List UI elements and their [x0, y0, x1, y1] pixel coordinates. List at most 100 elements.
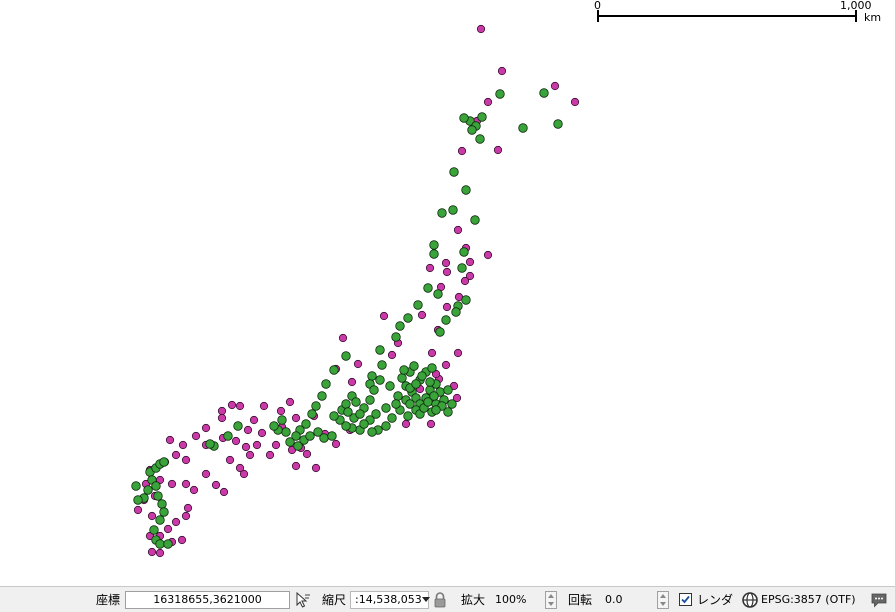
green-point — [417, 371, 427, 381]
magenta-point — [189, 485, 199, 495]
green-point — [367, 427, 377, 437]
rotation-spinner[interactable] — [657, 590, 669, 609]
green-point — [461, 185, 471, 195]
magenta-point — [225, 455, 235, 465]
green-point — [341, 351, 351, 361]
magenta-point — [249, 415, 259, 425]
green-point — [317, 391, 327, 401]
magenta-point — [497, 66, 507, 76]
green-point — [351, 397, 361, 407]
green-point — [365, 395, 375, 405]
green-point — [387, 413, 397, 423]
green-point — [393, 391, 403, 401]
crs-label[interactable]: EPSG:3857 (OTF) — [761, 593, 856, 606]
magenta-point — [453, 348, 463, 358]
green-point — [151, 481, 161, 491]
magenta-point — [453, 225, 463, 235]
green-point — [403, 411, 413, 421]
render-checkbox[interactable] — [679, 593, 692, 606]
green-point — [205, 439, 215, 449]
magenta-point — [291, 413, 301, 423]
green-point — [223, 431, 233, 441]
magenta-point — [147, 547, 157, 557]
green-point — [443, 385, 453, 395]
green-point — [155, 515, 165, 525]
magenta-point-layer — [133, 24, 580, 558]
scale-value: :14,538,053 — [355, 593, 422, 606]
render-label: レンダ — [697, 593, 734, 607]
chevron-down-icon[interactable] — [421, 597, 430, 602]
green-point-layer — [131, 88, 563, 549]
magenta-point — [259, 401, 269, 411]
magnifier-label: 拡大 — [461, 593, 486, 607]
magenta-point — [227, 400, 237, 410]
magenta-point — [235, 463, 245, 473]
magenta-point — [235, 401, 245, 411]
magenta-point — [417, 310, 427, 320]
magenta-point — [133, 505, 143, 515]
magnifier-field[interactable]: 100% — [490, 590, 546, 609]
magenta-point — [457, 146, 467, 156]
green-point — [448, 205, 458, 215]
magenta-point — [217, 406, 227, 416]
green-point — [131, 481, 141, 491]
green-point — [475, 134, 485, 144]
lock-icon[interactable] — [433, 591, 447, 609]
magenta-point — [379, 311, 389, 321]
magenta-point — [201, 469, 211, 479]
magenta-point — [271, 440, 281, 450]
scale-combobox[interactable]: :14,538,053 — [350, 590, 430, 609]
magenta-point — [285, 397, 295, 407]
green-point — [443, 407, 453, 417]
green-point — [293, 441, 303, 451]
point-layers — [131, 24, 580, 558]
magenta-point — [426, 419, 436, 429]
green-point — [391, 399, 401, 409]
green-point — [467, 125, 477, 135]
green-point — [143, 485, 153, 495]
coordinate-field[interactable]: 16318655,3621000 — [125, 590, 290, 609]
magenta-point — [442, 267, 452, 277]
green-point — [369, 385, 379, 395]
globe-icon[interactable] — [741, 591, 759, 609]
green-point — [451, 307, 461, 317]
map-canvas[interactable] — [0, 0, 895, 586]
magenta-point — [252, 440, 262, 450]
magnifier-spinner[interactable] — [545, 590, 557, 609]
green-point — [153, 491, 163, 501]
green-point — [433, 289, 443, 299]
magenta-point — [245, 450, 255, 460]
magenta-point — [347, 377, 357, 387]
magenta-point — [302, 449, 312, 459]
green-point — [553, 119, 563, 129]
magenta-point — [163, 524, 173, 534]
magenta-point — [353, 359, 363, 369]
green-point — [233, 421, 243, 431]
green-point — [459, 113, 469, 123]
green-point — [395, 321, 405, 331]
mouse-pointer-icon[interactable] — [294, 591, 312, 609]
magenta-point — [147, 511, 157, 521]
green-point — [307, 409, 317, 419]
magenta-point — [476, 24, 486, 34]
green-point — [367, 371, 377, 381]
rotation-field[interactable]: 0.0 — [600, 590, 656, 609]
green-point — [457, 263, 467, 273]
magenta-point — [201, 423, 211, 433]
magenta-point — [231, 436, 241, 446]
green-point — [470, 215, 480, 225]
green-point — [429, 240, 439, 250]
magenta-point — [493, 145, 503, 155]
green-point — [319, 433, 329, 443]
magenta-point — [291, 461, 301, 471]
green-point — [327, 431, 337, 441]
green-point — [269, 421, 279, 431]
magenta-point — [171, 450, 181, 460]
speech-bubble-icon[interactable] — [870, 591, 888, 609]
magenta-point — [483, 250, 493, 260]
magenta-point — [217, 413, 227, 423]
green-point — [163, 539, 173, 549]
scale-label: 縮尺 — [322, 593, 347, 607]
green-point — [449, 167, 459, 177]
green-point — [157, 499, 167, 509]
